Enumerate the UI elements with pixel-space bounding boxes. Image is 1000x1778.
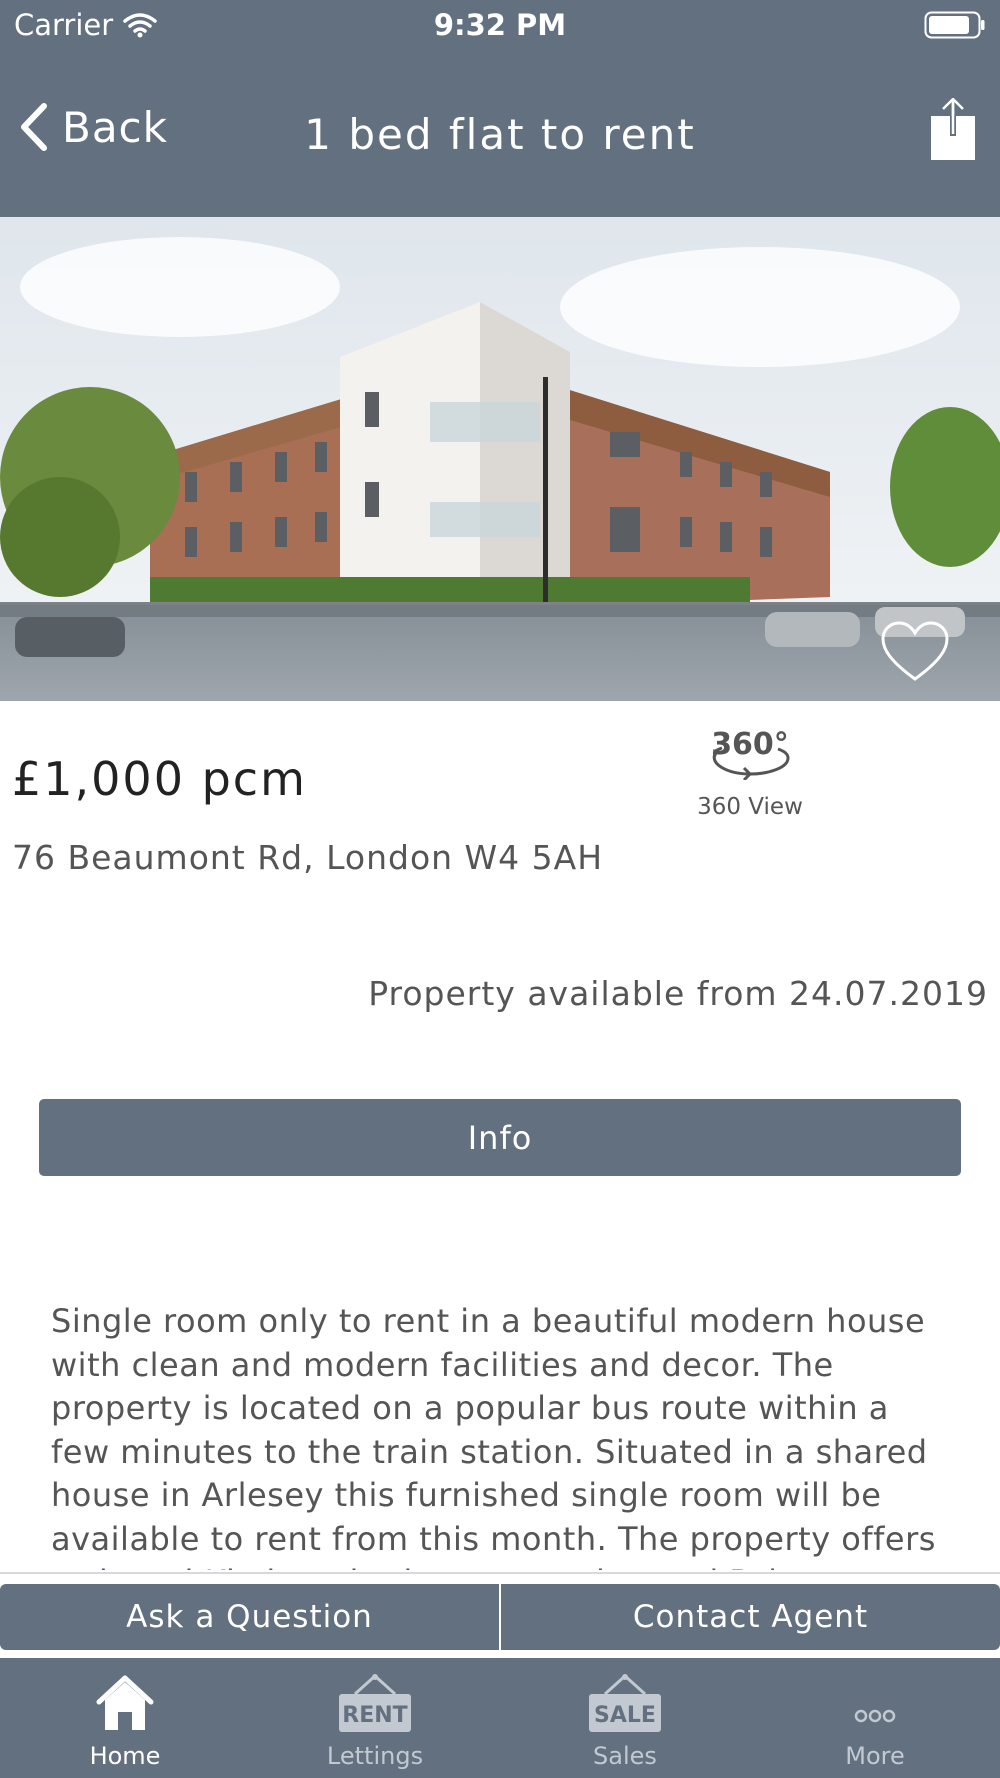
- view-360-button[interactable]: 360° 360 View: [690, 722, 810, 820]
- property-detail-screen: Carrier 9:32 PM Back 1 bed flat to rent …: [0, 0, 1000, 1778]
- heart-icon[interactable]: [880, 621, 950, 683]
- tab-sales[interactable]: SALE Sales: [500, 1658, 750, 1778]
- share-icon[interactable]: [928, 98, 978, 162]
- tab-home-label: Home: [89, 1742, 161, 1770]
- tab-sales-label: Sales: [593, 1742, 657, 1770]
- tab-lettings[interactable]: RENT Lettings: [250, 1658, 500, 1778]
- divider: [0, 1572, 1000, 1574]
- svg-text:360°: 360°: [711, 727, 789, 762]
- ask-question-label: Ask a Question: [126, 1599, 373, 1635]
- property-photo[interactable]: [0, 217, 1000, 701]
- svg-text:SALE: SALE: [594, 1703, 656, 1728]
- nav-bar: Back 1 bed flat to rent: [0, 90, 1000, 180]
- availability-date: Property available from 24.07.2019: [368, 974, 988, 1013]
- contact-agent-button[interactable]: Contact Agent: [501, 1584, 1000, 1650]
- svg-text:RENT: RENT: [342, 1703, 407, 1728]
- status-bar: Carrier 9:32 PM: [0, 0, 1000, 50]
- home-icon: [96, 1675, 154, 1730]
- tab-home[interactable]: Home: [0, 1658, 250, 1778]
- property-description: Single room only to rent in a beautiful …: [51, 1302, 936, 1570]
- tab-more-label: More: [845, 1742, 905, 1770]
- address: 76 Beaumont Rd, London W4 5AH: [12, 838, 604, 877]
- ask-question-button[interactable]: Ask a Question: [0, 1584, 499, 1650]
- more-icon: [854, 1709, 896, 1723]
- price: £1,000 pcm: [12, 752, 307, 806]
- info-button-label: Info: [467, 1118, 533, 1157]
- page-title: 1 bed flat to rent: [304, 110, 696, 159]
- view-360-label: 360 View: [697, 794, 803, 820]
- tab-bar: Home RENT Lettings SALE Sales More: [0, 1658, 1000, 1778]
- info-button[interactable]: Info: [39, 1099, 961, 1176]
- action-bar: Ask a Question Contact Agent: [0, 1584, 1000, 1650]
- 360-view-icon: 360°: [711, 727, 790, 780]
- tab-lettings-label: Lettings: [326, 1742, 424, 1770]
- status-time: 9:32 PM: [433, 8, 567, 42]
- header: Carrier 9:32 PM Back 1 bed flat to rent: [0, 0, 1000, 217]
- sale-sign-icon: SALE: [589, 1673, 661, 1732]
- tab-more[interactable]: More: [750, 1658, 1000, 1778]
- contact-agent-label: Contact Agent: [632, 1599, 869, 1635]
- battery-icon: [924, 11, 985, 39]
- property-image: [0, 217, 1000, 701]
- rent-sign-icon: RENT: [339, 1673, 411, 1732]
